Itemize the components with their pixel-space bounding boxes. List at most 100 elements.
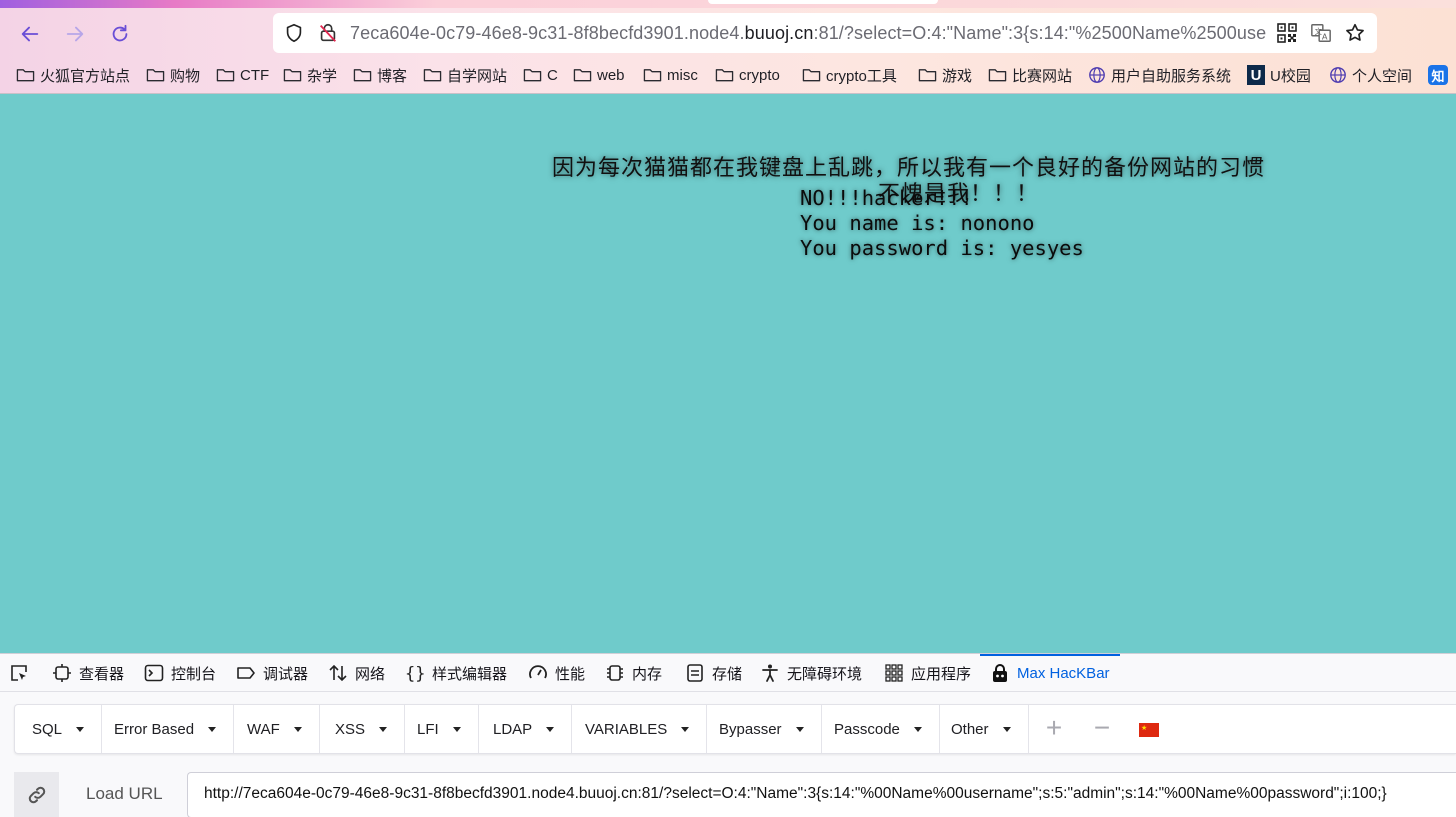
bookmark-label: 个人空间: [1352, 67, 1413, 85]
china-flag-icon[interactable]: ★: [1139, 723, 1159, 737]
hackbar-url-input[interactable]: http://7eca604e-0c79-46e8-9c31-8f8becfd3…: [187, 772, 1456, 817]
link-button[interactable]: [14, 772, 59, 817]
hackbar-menu[interactable]: XSS: [318, 705, 406, 753]
bookmark-item[interactable]: misc: [643, 62, 698, 88]
hackbar-menu[interactable]: LFI: [400, 705, 479, 753]
hacker-warning-text: NO!!!hacker!!!: [800, 186, 973, 210]
forward-button[interactable]: [61, 20, 89, 48]
password-result-text: You password is: yesyes: [800, 236, 1084, 260]
address-bar[interactable]: 7eca604e-0c79-46e8-9c31-8f8becfd3901.nod…: [273, 13, 1377, 53]
hackbar-menu[interactable]: VARIABLES: [568, 705, 708, 753]
caret-down-icon: [795, 726, 804, 732]
folder-icon: [988, 69, 1007, 82]
caret-down-icon: [379, 726, 388, 732]
translate-icon[interactable]: 文A: [1310, 22, 1332, 44]
hackbar-menu-label: Bypasser: [719, 720, 782, 738]
url-text[interactable]: 7eca604e-0c79-46e8-9c31-8f8becfd3901.nod…: [350, 23, 1268, 44]
devtools-tab[interactable]: {} 样式编辑器: [405, 654, 507, 692]
folder-icon: [16, 69, 35, 82]
inspector-icon: [53, 664, 71, 682]
load-url-row: Load URL http://7eca604e-0c79-46e8-9c31-…: [14, 772, 1456, 817]
devtools-tab-label: 查看器: [79, 665, 125, 683]
bookmark-label: crypto工具: [826, 67, 897, 85]
increase-button[interactable]: +: [1043, 714, 1065, 742]
active-tab-indicator[interactable]: [708, 0, 938, 4]
bookmark-item[interactable]: 杂学: [283, 62, 337, 88]
insecure-lock-icon[interactable]: [317, 22, 339, 44]
svg-text:{}: {}: [405, 664, 425, 683]
devtools-tab[interactable]: 内存: [605, 654, 662, 692]
devtools-tab[interactable]: 应用程序: [884, 654, 971, 692]
hackbar-menu-label: Passcode: [834, 720, 900, 738]
hackbar-menu[interactable]: Bypasser: [702, 705, 822, 753]
bookmark-label: misc: [667, 66, 698, 84]
devtools-tab[interactable]: Max HacKBar: [980, 654, 1120, 692]
devtools-tab-label: 调试器: [263, 665, 309, 683]
folder-icon: [523, 69, 542, 82]
devtools-tab[interactable]: 网络: [328, 654, 385, 692]
caret-down-icon: [76, 726, 85, 732]
bookmark-item[interactable]: 自学网站: [423, 62, 507, 88]
bookmark-item[interactable]: crypto: [715, 62, 780, 88]
performance-icon: [529, 665, 547, 679]
reload-button[interactable]: [106, 20, 134, 48]
hackbar-menu[interactable]: WAF: [230, 705, 320, 753]
bookmark-label: CTF: [240, 66, 270, 84]
application-icon: [885, 664, 903, 682]
hackbar-menu-label: LDAP: [493, 720, 533, 738]
bookmark-item[interactable]: 购物: [146, 62, 200, 88]
bookmark-item[interactable]: 个人空间: [1329, 62, 1412, 88]
hackbar-menu[interactable]: LDAP: [476, 705, 573, 753]
bookmark-label: U校园: [1270, 67, 1311, 85]
bookmark-item[interactable]: crypto工具: [802, 62, 897, 88]
folder-icon: [573, 69, 592, 82]
hackbar-menu-label: XSS: [335, 720, 366, 738]
bookmark-item[interactable]: 博客: [353, 62, 407, 88]
caret-down-icon: [913, 726, 922, 732]
devtools-tab[interactable]: 调试器: [236, 654, 308, 692]
hackbar-menu[interactable]: SQL: [15, 705, 103, 753]
caret-down-icon: [293, 726, 302, 732]
devtools-tab-label: 内存: [632, 665, 663, 683]
element-picker-button[interactable]: [9, 654, 36, 692]
qr-code-icon[interactable]: [1277, 23, 1297, 43]
style-editor-icon: {}: [405, 664, 425, 683]
bookmark-item[interactable]: CTF: [216, 62, 269, 88]
forward-arrow-icon: [66, 26, 84, 42]
decrease-button[interactable]: −: [1091, 714, 1113, 742]
devtools-tab[interactable]: 性能: [528, 654, 585, 692]
bookmark-label: 游戏: [942, 67, 973, 85]
hackbar-menu[interactable]: Passcode: [817, 705, 940, 753]
devtools-tab-label: 控制台: [171, 665, 217, 683]
bookmark-label: 自学网站: [447, 67, 508, 85]
devtools-tab[interactable]: 查看器: [52, 654, 124, 692]
devtools-panel: 查看器 控制台 调试器 网络 {} 样式编辑器 性能 内存 存储 无障碍环境 应用程序 Max Hac…: [0, 653, 1456, 817]
hackbar-menu[interactable]: Error Based: [97, 705, 235, 753]
bookmark-item[interactable]: 比赛网站: [988, 62, 1072, 88]
bookmark-item[interactable]: 火狐官方站点: [16, 62, 130, 88]
load-url-button[interactable]: Load URL: [86, 784, 163, 804]
devtools-tab-label: 应用程序: [911, 665, 972, 683]
shield-icon[interactable]: [283, 22, 305, 44]
bookmark-item[interactable]: C: [523, 62, 558, 88]
bookmark-item[interactable]: U U校园: [1247, 62, 1311, 88]
folder-icon: [715, 69, 734, 82]
bookmark-item[interactable]: web: [573, 62, 625, 88]
hackbar-menu[interactable]: Other: [934, 705, 1029, 753]
devtools-tab[interactable]: 存储: [685, 654, 742, 692]
devtools-tab[interactable]: 控制台: [144, 654, 216, 692]
reload-icon: [112, 24, 128, 42]
accessibility-icon: [762, 664, 778, 682]
bookmark-item[interactable]: 知: [1428, 62, 1448, 88]
bookmark-item[interactable]: 游戏: [918, 62, 972, 88]
back-button[interactable]: [16, 20, 44, 48]
back-arrow-icon: [21, 26, 39, 42]
bookmark-item[interactable]: 用户自助服务系统: [1088, 62, 1231, 88]
devtools-tab[interactable]: 无障碍环境: [760, 654, 862, 692]
folder-icon: [283, 69, 302, 82]
memory-icon: [607, 665, 623, 681]
star-icon[interactable]: [1344, 22, 1366, 44]
bookmark-label: 杂学: [307, 67, 338, 85]
caret-down-icon: [1002, 726, 1011, 732]
hackbar-menu-label: SQL: [32, 720, 63, 738]
